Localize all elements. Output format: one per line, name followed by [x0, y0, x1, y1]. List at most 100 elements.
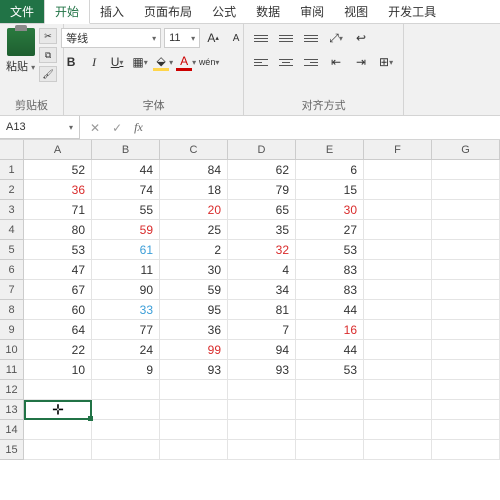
- align-top-button[interactable]: [250, 28, 272, 48]
- cell[interactable]: 99: [160, 340, 228, 360]
- cell[interactable]: [364, 400, 432, 420]
- cell[interactable]: [364, 360, 432, 380]
- align-left-button[interactable]: [250, 52, 272, 72]
- cell[interactable]: [432, 160, 500, 180]
- cell[interactable]: [432, 320, 500, 340]
- cell[interactable]: 9: [92, 360, 160, 380]
- underline-button[interactable]: U ▾: [107, 52, 127, 72]
- bold-button[interactable]: B: [61, 52, 81, 72]
- cell[interactable]: 61: [92, 240, 160, 260]
- cell[interactable]: [160, 400, 228, 420]
- cell[interactable]: 93: [160, 360, 228, 380]
- column-header[interactable]: F: [364, 140, 432, 160]
- cell[interactable]: [432, 440, 500, 460]
- cell[interactable]: 11: [92, 260, 160, 280]
- decrease-font-button[interactable]: A: [226, 28, 246, 48]
- tab-data[interactable]: 数据: [246, 0, 290, 23]
- row-header[interactable]: 11: [0, 360, 24, 380]
- cell[interactable]: 84: [160, 160, 228, 180]
- row-header[interactable]: 2: [0, 180, 24, 200]
- cell[interactable]: [364, 420, 432, 440]
- cell[interactable]: [92, 420, 160, 440]
- cell[interactable]: 30: [160, 260, 228, 280]
- cell[interactable]: 67: [24, 280, 92, 300]
- merge-button[interactable]: ⊞▾: [375, 52, 397, 72]
- cell[interactable]: [432, 300, 500, 320]
- cell[interactable]: [432, 240, 500, 260]
- cell[interactable]: 44: [296, 340, 364, 360]
- increase-font-button[interactable]: A▴: [203, 28, 223, 48]
- cell[interactable]: [364, 280, 432, 300]
- column-header[interactable]: C: [160, 140, 228, 160]
- cell[interactable]: [364, 180, 432, 200]
- font-size-select[interactable]: 11▾: [164, 28, 200, 48]
- cell[interactable]: [228, 440, 296, 460]
- cell[interactable]: 44: [92, 160, 160, 180]
- cell[interactable]: [24, 440, 92, 460]
- cell[interactable]: 81: [228, 300, 296, 320]
- select-all-corner[interactable]: [0, 140, 24, 160]
- tab-insert[interactable]: 插入: [90, 0, 134, 23]
- row-header[interactable]: 6: [0, 260, 24, 280]
- cell[interactable]: 83: [296, 280, 364, 300]
- increase-indent-button[interactable]: ⇥: [350, 52, 372, 72]
- cut-button[interactable]: ✂: [39, 28, 57, 44]
- cell[interactable]: 36: [160, 320, 228, 340]
- cell[interactable]: [432, 200, 500, 220]
- cell[interactable]: [432, 260, 500, 280]
- cancel-formula-icon[interactable]: ✕: [90, 121, 100, 135]
- border-button[interactable]: ▦▾: [130, 52, 150, 72]
- cell[interactable]: 22: [24, 340, 92, 360]
- cell[interactable]: [296, 400, 364, 420]
- fx-icon[interactable]: fx: [134, 120, 143, 135]
- column-header[interactable]: A: [24, 140, 92, 160]
- cell[interactable]: 77: [92, 320, 160, 340]
- enter-formula-icon[interactable]: ✓: [112, 121, 122, 135]
- cell[interactable]: [364, 160, 432, 180]
- cell[interactable]: 18: [160, 180, 228, 200]
- cell[interactable]: [432, 280, 500, 300]
- cell[interactable]: [364, 240, 432, 260]
- cell[interactable]: [364, 200, 432, 220]
- column-header[interactable]: D: [228, 140, 296, 160]
- cell[interactable]: [228, 420, 296, 440]
- format-painter-button[interactable]: 🖌: [39, 66, 57, 82]
- row-header[interactable]: 3: [0, 200, 24, 220]
- cell[interactable]: 53: [24, 240, 92, 260]
- align-center-button[interactable]: [275, 52, 297, 72]
- cell[interactable]: 20: [160, 200, 228, 220]
- cell[interactable]: [160, 380, 228, 400]
- cell[interactable]: 36: [24, 180, 92, 200]
- cell[interactable]: [92, 400, 160, 420]
- cell[interactable]: [432, 420, 500, 440]
- cell[interactable]: [364, 260, 432, 280]
- cell[interactable]: 90: [92, 280, 160, 300]
- cell[interactable]: 55: [92, 200, 160, 220]
- cell[interactable]: [296, 420, 364, 440]
- cell[interactable]: 60: [24, 300, 92, 320]
- align-middle-button[interactable]: [275, 28, 297, 48]
- italic-button[interactable]: I: [84, 52, 104, 72]
- cell[interactable]: [296, 440, 364, 460]
- align-right-button[interactable]: [300, 52, 322, 72]
- cell[interactable]: [432, 220, 500, 240]
- row-header[interactable]: 4: [0, 220, 24, 240]
- tab-review[interactable]: 审阅: [290, 0, 334, 23]
- cell[interactable]: 93: [228, 360, 296, 380]
- cell[interactable]: [24, 420, 92, 440]
- cell[interactable]: [364, 440, 432, 460]
- cell[interactable]: [364, 300, 432, 320]
- cell[interactable]: 80: [24, 220, 92, 240]
- cell[interactable]: 64: [24, 320, 92, 340]
- wrap-text-button[interactable]: ↩: [350, 28, 372, 48]
- row-header[interactable]: 13: [0, 400, 24, 420]
- cell[interactable]: 47: [24, 260, 92, 280]
- column-header[interactable]: G: [432, 140, 500, 160]
- cell[interactable]: ✛: [24, 400, 92, 420]
- cell[interactable]: 35: [228, 220, 296, 240]
- cell[interactable]: 94: [228, 340, 296, 360]
- cell[interactable]: 24: [92, 340, 160, 360]
- decrease-indent-button[interactable]: ⇤: [325, 52, 347, 72]
- cell[interactable]: [364, 380, 432, 400]
- font-name-select[interactable]: 等线▾: [61, 28, 161, 48]
